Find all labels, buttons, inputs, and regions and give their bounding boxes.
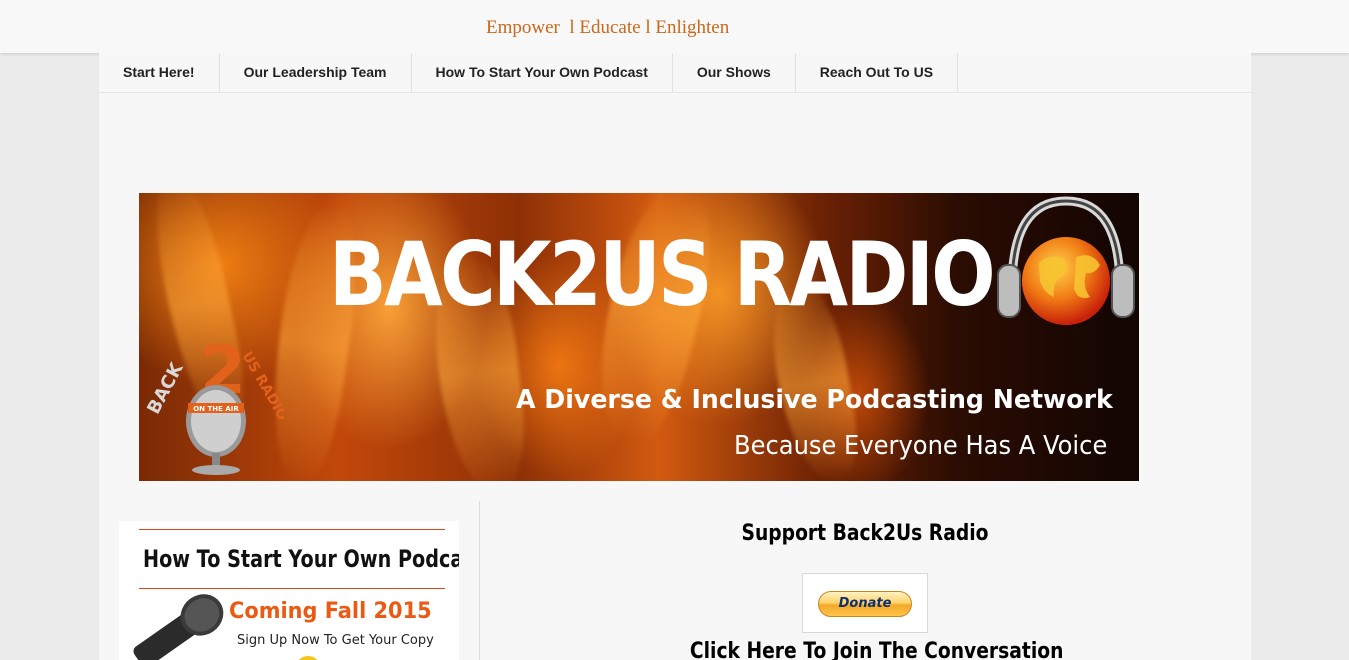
logo-left-text: BACK (144, 359, 188, 418)
banner-title: BACK2US RADIO (329, 223, 996, 326)
join-conversation-link[interactable]: Click Here To Join The Conversation (690, 639, 1063, 660)
microphone-icon (133, 594, 224, 660)
coming-soon-text: Coming Fall 2015 (229, 599, 432, 624)
nav-item-start-here[interactable]: Start Here! (99, 53, 220, 92)
nav-item-leadership-team[interactable]: Our Leadership Team (220, 53, 412, 92)
nav-item-start-podcast[interactable]: How To Start Your Own Podcast (412, 53, 673, 92)
logo-badge-text: ON THE AIR (193, 405, 239, 413)
banner-slogan: Because Everyone Has A Voice (734, 431, 1108, 461)
main-nav: Start Here! Our Leadership Team How To S… (99, 53, 1251, 93)
donate-button[interactable]: Donate (818, 591, 912, 617)
top-header-bar: Empower l Educate l Enlighten (0, 0, 1349, 53)
signup-text: Sign Up Now To Get Your Copy (237, 633, 434, 648)
headphones-globe-icon (997, 196, 1135, 325)
podcast-guide-title: How To Start Your Own Podcast (143, 545, 459, 573)
column-divider (479, 501, 480, 660)
support-title: Support Back2Us Radio (741, 521, 989, 546)
back2us-mic-logo-icon: 2 BACK US RADIO ON THE AIR (144, 333, 284, 475)
page-container: Start Here! Our Leadership Team How To S… (99, 53, 1251, 660)
header-banner[interactable]: BACK2US RADIO 2 BACK US RADIO ON THE AIR… (139, 193, 1139, 481)
nav-item-our-shows[interactable]: Our Shows (673, 53, 796, 92)
podcast-guide-widget[interactable]: How To Start Your Own Podcast Coming Fal… (119, 521, 459, 660)
divider (139, 588, 445, 589)
donate-widget: Donate (802, 573, 928, 633)
signup-badge-icon (295, 656, 321, 660)
site-tagline: Empower l Educate l Enlighten (486, 17, 730, 38)
nav-item-reach-out[interactable]: Reach Out To US (796, 53, 959, 92)
banner-subtitle: A Diverse & Inclusive Podcasting Network (516, 385, 1113, 415)
divider (139, 529, 445, 530)
